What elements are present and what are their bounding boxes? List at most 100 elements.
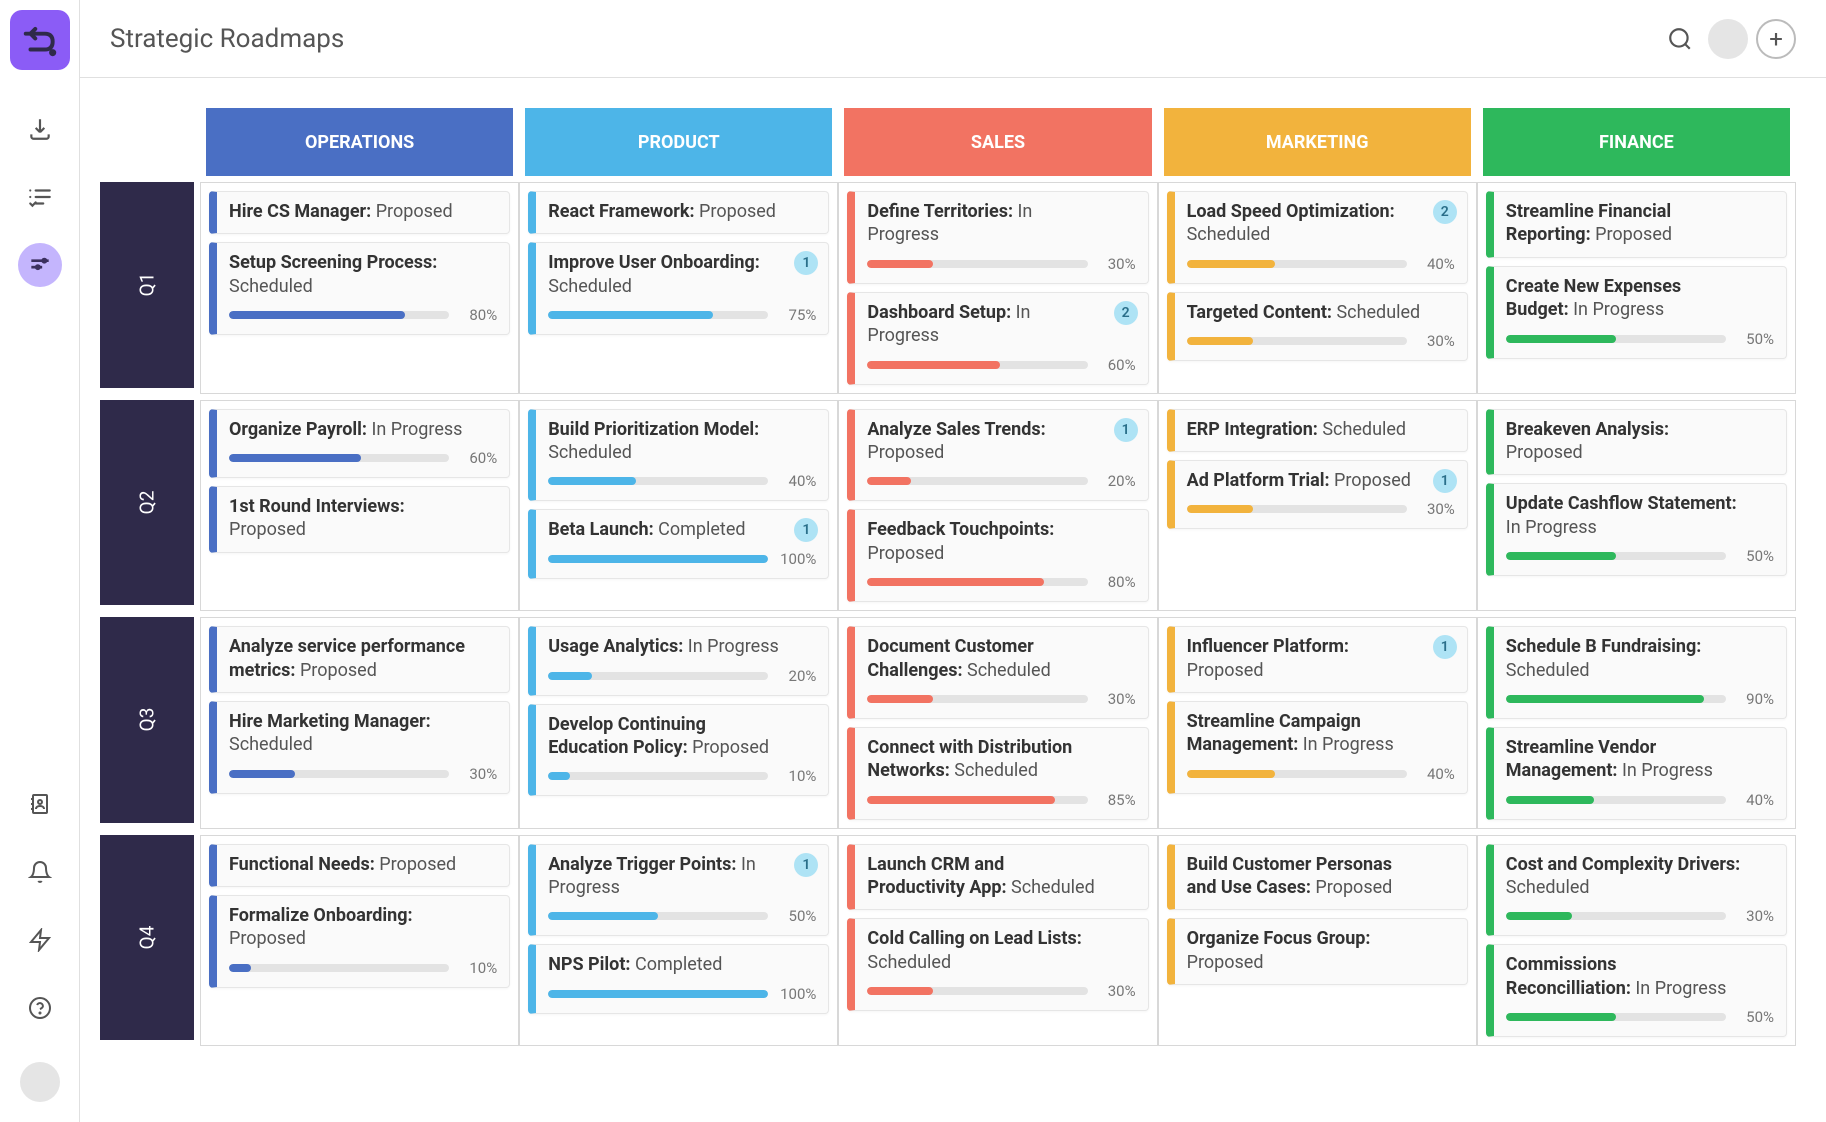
sidebar-avatar[interactable] [20,1062,60,1102]
card-title: Develop Continuing Education Policy: Pro… [548,713,816,760]
card[interactable]: Breakeven Analysis: Proposed [1486,409,1787,476]
card[interactable]: Load Speed Optimization: Scheduled240% [1167,191,1468,284]
card-progress: 85% [867,791,1135,809]
cell-q3-sales: Document Customer Challenges: Scheduled3… [838,617,1157,829]
card[interactable]: Commissions Reconcilliation: In Progress… [1486,944,1787,1037]
search-icon[interactable] [1660,19,1700,59]
contacts-icon[interactable] [18,782,62,826]
card-progress: 75% [548,306,816,324]
card-progress: 30% [229,765,497,783]
card-title: Cold Calling on Lead Lists: Scheduled [867,927,1135,974]
list-icon[interactable] [18,175,62,219]
card[interactable]: Develop Continuing Education Policy: Pro… [528,704,829,797]
card[interactable]: Organize Focus Group: Proposed [1167,918,1468,985]
add-button[interactable]: + [1756,19,1796,59]
card[interactable]: Update Cashflow Statement: In Progress50… [1486,483,1787,576]
card[interactable]: Formalize Onboarding: Proposed10% [209,895,510,988]
column-header-marketing[interactable]: MARKETING [1164,108,1471,176]
card-title: Targeted Content: Scheduled [1187,301,1455,324]
card-title: Build Prioritization Model: Scheduled [548,418,816,465]
card[interactable]: Usage Analytics: In Progress20% [528,626,829,695]
import-icon[interactable] [18,107,62,151]
card-title: Define Territories: In Progress [867,200,1135,247]
card-progress: 30% [1506,907,1774,925]
card-percent: 20% [1098,472,1136,490]
card[interactable]: React Framework: Proposed [528,191,829,234]
card[interactable]: Streamline Vendor Management: In Progres… [1486,727,1787,820]
card[interactable]: Schedule B Fundraising: Scheduled90% [1486,626,1787,719]
card[interactable]: Analyze service performance metrics: Pro… [209,626,510,693]
roadmap-icon[interactable] [18,243,62,287]
card-percent: 40% [1417,255,1455,273]
card[interactable]: Influencer Platform: Proposed1 [1167,626,1468,693]
card[interactable]: ERP Integration: Scheduled [1167,409,1468,452]
card-percent: 30% [1098,690,1136,708]
row-label-q2: Q2 [100,400,194,606]
card[interactable]: Document Customer Challenges: Scheduled3… [847,626,1148,719]
card-progress: 80% [867,573,1135,591]
cell-q3-finance: Schedule B Fundraising: Scheduled90%Stre… [1477,617,1796,829]
card-progress: 50% [548,907,816,925]
card-percent: 100% [778,550,816,568]
column-header-product[interactable]: PRODUCT [525,108,832,176]
card[interactable]: Setup Screening Process: Scheduled80% [209,242,510,335]
card[interactable]: Analyze Sales Trends: Proposed120% [847,409,1148,502]
card[interactable]: Beta Launch: Completed1100% [528,509,829,578]
card-percent: 40% [1736,791,1774,809]
column-header-sales[interactable]: SALES [844,108,1151,176]
card[interactable]: Cost and Complexity Drivers: Scheduled30… [1486,844,1787,937]
card[interactable]: Connect with Distribution Networks: Sche… [847,727,1148,820]
card-badge[interactable]: 1 [1114,418,1138,442]
card-percent: 50% [1736,547,1774,565]
card[interactable]: Create New Expenses Budget: In Progress5… [1486,266,1787,359]
card-badge[interactable]: 1 [794,853,818,877]
user-avatar[interactable] [1708,19,1748,59]
card[interactable]: Organize Payroll: In Progress60% [209,409,510,478]
card-title: Streamline Financial Reporting: Proposed [1506,200,1774,247]
card[interactable]: Hire Marketing Manager: Scheduled30% [209,701,510,794]
card[interactable]: Define Territories: In Progress30% [847,191,1148,284]
card[interactable]: Build Customer Personas and Use Cases: P… [1167,844,1468,911]
card-percent: 60% [459,449,497,467]
card[interactable]: NPS Pilot: Completed100% [528,944,829,1013]
card-badge[interactable]: 2 [1114,301,1138,325]
card[interactable]: Cold Calling on Lead Lists: Scheduled30% [847,918,1148,1011]
sidebar [0,0,80,1122]
card-progress: 50% [1506,330,1774,348]
card-percent: 30% [1736,907,1774,925]
card-percent: 90% [1736,690,1774,708]
card-title: Analyze Trigger Points: In Progress [548,853,816,900]
card[interactable]: Improve User Onboarding: Scheduled175% [528,242,829,335]
card[interactable]: Feedback Touchpoints: Proposed80% [847,509,1148,602]
column-header-operations[interactable]: OPERATIONS [206,108,513,176]
cell-q1-operations: Hire CS Manager: Proposed Setup Screening… [200,182,519,394]
card-badge[interactable]: 2 [1433,200,1457,224]
card[interactable]: Streamline Campaign Management: In Progr… [1167,701,1468,794]
card-progress: 20% [548,667,816,685]
card-percent: 10% [459,959,497,977]
card-badge[interactable]: 1 [1433,635,1457,659]
card[interactable]: Ad Platform Trial: Proposed130% [1167,460,1468,529]
card-progress: 40% [1506,791,1774,809]
card[interactable]: 1st Round Interviews: Proposed [209,486,510,553]
card-percent: 40% [1417,765,1455,783]
help-icon[interactable] [18,986,62,1030]
card[interactable]: Launch CRM and Productivity App: Schedul… [847,844,1148,911]
card[interactable]: Targeted Content: Scheduled30% [1167,292,1468,361]
card-badge[interactable]: 1 [1433,469,1457,493]
card[interactable]: Dashboard Setup: In Progress260% [847,292,1148,385]
card-title: Functional Needs: Proposed [229,853,497,876]
column-header-finance[interactable]: FINANCE [1483,108,1790,176]
card[interactable]: Streamline Financial Reporting: Proposed [1486,191,1787,258]
card[interactable]: Hire CS Manager: Proposed [209,191,510,234]
card[interactable]: Analyze Trigger Points: In Progress1 50% [528,844,829,937]
activity-icon[interactable] [18,918,62,962]
card-percent: 50% [1736,330,1774,348]
card[interactable]: Functional Needs: Proposed [209,844,510,887]
card-title: Organize Focus Group: Proposed [1187,927,1455,974]
card[interactable]: Build Prioritization Model: Scheduled40% [528,409,829,502]
cell-q4-finance: Cost and Complexity Drivers: Scheduled30… [1477,835,1796,1047]
card-progress: 50% [1506,1008,1774,1026]
app-logo[interactable] [10,10,70,70]
notifications-icon[interactable] [18,850,62,894]
